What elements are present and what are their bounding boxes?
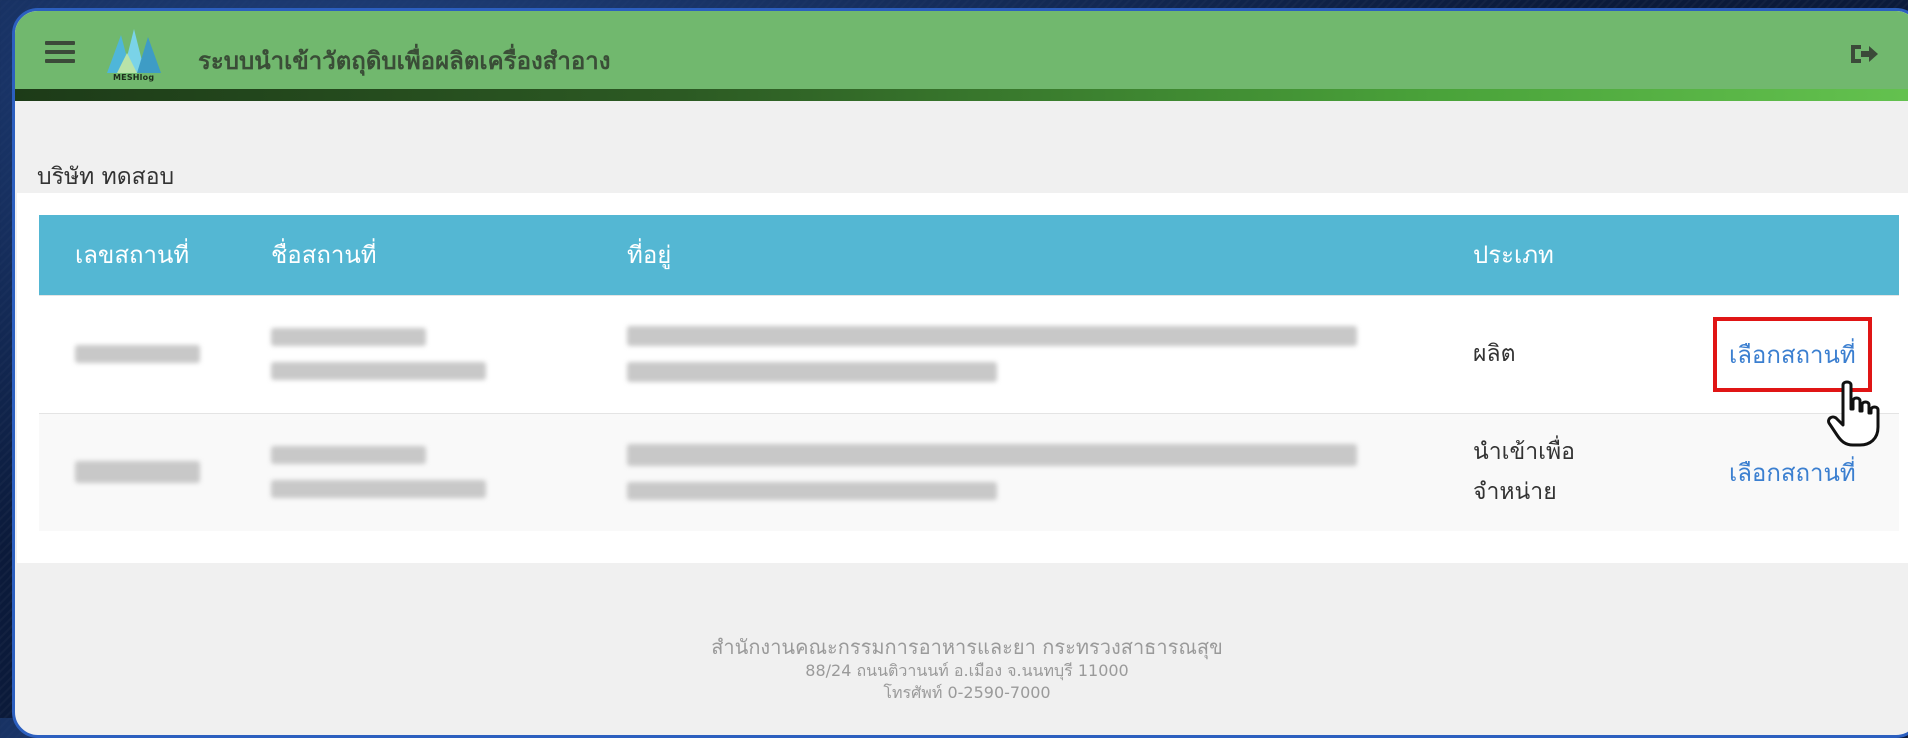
type-cell: ผลิต: [1437, 294, 1693, 413]
redacted-site-name: [271, 446, 426, 465]
table-row: ผลิต เลือกสถานที่: [39, 294, 1899, 413]
hamburger-menu-icon[interactable]: [45, 41, 75, 65]
site-number-cell: [39, 294, 235, 413]
col-action: [1693, 215, 1899, 295]
type-cell: นำเข้าเพื่อ จำหน่าย: [1437, 412, 1693, 531]
top-navbar: MESHlog ระบบนำเข้าวัตถุดิบเพื่อผลิตเครื่…: [15, 11, 1908, 89]
hand-pointer-cursor-icon: [1827, 380, 1880, 447]
company-name: บริษัท ทดสอบ: [37, 164, 175, 190]
redacted-site-number: [75, 345, 200, 363]
redacted-address: [627, 482, 997, 501]
site-table: เลขสถานที่ ชื่อสถานที่ ที่อยู่ ประเภท ผล…: [39, 215, 1899, 531]
col-type: ประเภท: [1473, 241, 1554, 270]
app-window: MESHlog ระบบนำเข้าวัตถุดิบเพื่อผลิตเครื่…: [12, 8, 1908, 738]
redacted-site-name: [271, 362, 486, 380]
sign-out-icon[interactable]: [1849, 41, 1879, 67]
app-title: ระบบนำเข้าวัตถุดิบเพื่อผลิตเครื่องสำอาง: [198, 47, 611, 75]
footer-address: 88/24 ถนนติวานนท์ อ.เมือง จ.นนทบุรี 1100…: [805, 661, 1129, 680]
col-site-name: ชื่อสถานที่: [271, 241, 377, 270]
col-site-number: เลขสถานที่: [75, 241, 190, 270]
logo-text: MESHlog: [113, 73, 155, 82]
site-list-panel: เลขสถานที่ ชื่อสถานที่ ที่อยู่ ประเภท ผล…: [17, 193, 1908, 563]
site-number-cell: [39, 412, 235, 531]
table-header-row: เลขสถานที่ ชื่อสถานที่ ที่อยู่ ประเภท: [39, 215, 1899, 295]
address-cell: [591, 294, 1437, 413]
type-line: จำหน่าย: [1473, 479, 1557, 506]
select-site-button[interactable]: เลือกสถานที่: [1729, 453, 1856, 492]
redacted-site-number: [75, 461, 200, 484]
redacted-address: [627, 326, 1357, 346]
redacted-address: [627, 362, 997, 382]
footer-phone: โทรศัพท์ 0-2590-7000: [883, 683, 1051, 702]
footer-org: สำนักงานคณะกรรมการอาหารและยา กระทรวงสาธา…: [711, 635, 1223, 659]
page-footer: สำนักงานคณะกรรมการอาหารและยา กระทรวงสาธา…: [15, 634, 1908, 704]
col-address: ที่อยู่: [627, 241, 672, 270]
redacted-site-name: [271, 480, 486, 499]
redacted-address: [627, 444, 1357, 467]
address-cell: [591, 412, 1437, 531]
site-name-cell: [235, 294, 591, 413]
type-line: นำเข้าเพื่อ: [1473, 439, 1575, 466]
site-name-cell: [235, 412, 591, 531]
table-row: นำเข้าเพื่อ จำหน่าย เลือกสถานที่: [39, 412, 1899, 531]
navbar-accent-line: [15, 89, 1908, 101]
redacted-site-name: [271, 328, 426, 346]
